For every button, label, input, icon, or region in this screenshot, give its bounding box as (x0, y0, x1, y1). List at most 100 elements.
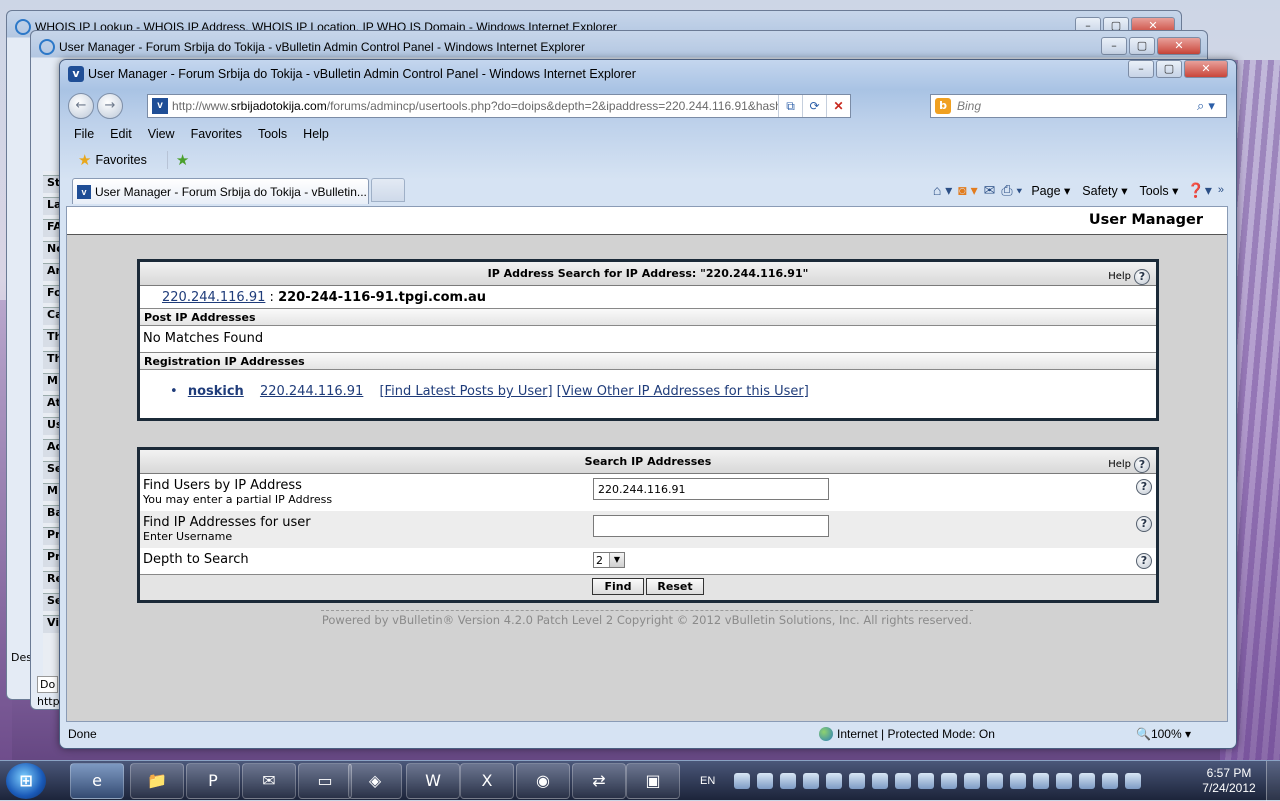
refresh-icon[interactable]: ⟳ (802, 95, 826, 117)
read-mail-icon[interactable]: ✉ (984, 182, 996, 199)
tray-icon[interactable] (803, 773, 820, 789)
address-bar[interactable]: v http://www.srbijadotokija.com/forums/a… (147, 94, 851, 118)
find-button[interactable]: Find (592, 578, 644, 595)
username-link[interactable]: noskich (188, 384, 244, 399)
taskbar-cmd-icon[interactable]: ▭ (298, 763, 352, 799)
page-menu[interactable]: Page ▾ (1028, 183, 1073, 198)
show-desktop-button[interactable] (1266, 761, 1280, 801)
chevron-down-icon[interactable]: ▼ (609, 553, 624, 567)
menu-favorites[interactable]: Favorites (183, 124, 250, 146)
menu-edit[interactable]: Edit (102, 124, 140, 146)
print-icon[interactable]: ⎙ ▾ (1001, 182, 1022, 199)
close-button[interactable]: ✕ (1184, 60, 1228, 78)
tray-icon[interactable] (1033, 773, 1050, 789)
title-bar[interactable]: v User Manager - Forum Srbija do Tokija … (60, 60, 1236, 88)
tray-icon[interactable] (849, 773, 866, 789)
minimize-button[interactable]: – (1101, 37, 1127, 55)
tray-icon[interactable] (1056, 773, 1073, 789)
ip-address-input[interactable] (593, 478, 829, 500)
copyright-footer: Powered by vBulletin® Version 4.2.0 Patc… (321, 610, 973, 627)
home-icon[interactable]: ⌂ ▾ (933, 182, 952, 199)
taskbar-explorer-icon[interactable]: 📁 (130, 763, 184, 799)
help-icon[interactable]: ? (1134, 457, 1150, 473)
taskbar-powerpoint-icon[interactable]: P (186, 763, 240, 799)
tray-icon[interactable] (757, 773, 774, 789)
stop-icon[interactable]: ✕ (826, 95, 850, 117)
tab-favicon-icon: v (77, 184, 91, 199)
taskbar-word-icon[interactable]: W (406, 763, 460, 799)
maximize-button[interactable]: ▢ (1156, 60, 1182, 78)
chevron-more-icon[interactable]: » (1218, 184, 1224, 196)
favorites-button[interactable]: Favorites (95, 153, 146, 167)
maximize-button[interactable]: ▢ (1129, 37, 1155, 55)
search-box[interactable]: b Bing ⌕ ▾ (930, 94, 1227, 118)
ip-search-results-title: IP Address Search for IP Address: "220.2… (487, 267, 809, 280)
search-icon[interactable]: ⌕ ▾ (1186, 99, 1226, 114)
safety-menu[interactable]: Safety ▾ (1079, 183, 1130, 198)
forward-button[interactable]: → (97, 93, 123, 119)
taskbar-ie-icon[interactable]: e (70, 763, 124, 799)
tray-icon[interactable] (964, 773, 981, 789)
back-button[interactable]: ← (68, 93, 94, 119)
tray-icon[interactable] (987, 773, 1004, 789)
username-input[interactable] (593, 515, 829, 537)
main-browser-window[interactable]: v User Manager - Forum Srbija do Tokija … (59, 59, 1237, 749)
tray-icon[interactable] (1010, 773, 1027, 789)
favorites-star-icon[interactable]: ★ (78, 151, 91, 169)
taskbar-sync-icon[interactable]: ⇄ (572, 763, 626, 799)
favorites-bar: ★ Favorites ★ (66, 148, 1226, 172)
compatibility-view-icon[interactable]: ⧉ (778, 95, 802, 117)
depth-select[interactable]: 2 ▼ (593, 552, 625, 568)
minimize-button[interactable]: – (1128, 60, 1154, 78)
caption-buttons[interactable]: – ▢ ✕ (1101, 37, 1201, 55)
clock[interactable]: 6:57 PM 7/24/2012 (1194, 766, 1264, 796)
start-button[interactable]: ⊞ (6, 763, 46, 799)
taskbar-mail-icon[interactable]: ✉ (242, 763, 296, 799)
page-title: User Manager (67, 207, 1227, 235)
ip-address-link[interactable]: 220.244.116.91 (162, 290, 265, 305)
security-zone[interactable]: Internet | Protected Mode: On (819, 727, 995, 741)
help-icon[interactable]: ? (1134, 269, 1150, 285)
tray-icon[interactable] (895, 773, 912, 789)
language-indicator[interactable]: EN (700, 775, 715, 787)
taskbar-photo-icon[interactable]: ▣ (626, 763, 680, 799)
view-other-ips-link[interactable]: [View Other IP Addresses for this User] (557, 384, 809, 399)
ip-search-results-box: IP Address Search for IP Address: "220.2… (137, 259, 1159, 421)
add-to-favorites-icon[interactable]: ★ (166, 151, 189, 169)
new-tab-button[interactable] (371, 178, 405, 202)
menu-view[interactable]: View (140, 124, 183, 146)
ie-icon (39, 39, 55, 55)
taskbar-browser-icon[interactable]: ◉ (516, 763, 570, 799)
reset-button[interactable]: Reset (646, 578, 704, 595)
taskbar-excel-icon[interactable]: X (460, 763, 514, 799)
menu-file[interactable]: File (66, 124, 102, 146)
volume-icon[interactable] (1125, 773, 1142, 789)
rss-feed-icon[interactable]: ◙ ▾ (958, 182, 977, 199)
tray-icon[interactable] (872, 773, 889, 789)
tray-icon[interactable] (918, 773, 935, 789)
help-link[interactable]: Help? (1108, 265, 1150, 289)
tray-icon[interactable] (734, 773, 751, 789)
field-help-icon[interactable]: ? (1136, 553, 1152, 569)
tray-icon[interactable] (826, 773, 843, 789)
zoom-level[interactable]: 🔍100% ▾ (1136, 727, 1191, 741)
tray-icon[interactable] (780, 773, 797, 789)
close-button[interactable]: ✕ (1157, 37, 1201, 55)
tab-user-manager[interactable]: v User Manager - Forum Srbija do Tokija … (72, 178, 369, 204)
address-url[interactable]: http://www.srbijadotokija.com/forums/adm… (172, 99, 778, 113)
search-placeholder[interactable]: Bing (957, 99, 1186, 113)
tray-icon[interactable] (941, 773, 958, 789)
registration-ip-link[interactable]: 220.244.116.91 (260, 384, 363, 399)
caption-buttons[interactable]: – ▢ ✕ (1128, 60, 1228, 78)
search-ip-form-header: Search IP Addresses Help? (140, 450, 1156, 474)
menu-tools[interactable]: Tools (250, 124, 295, 146)
find-latest-posts-link[interactable]: [Find Latest Posts by User] (379, 384, 552, 399)
menu-help[interactable]: Help (295, 124, 337, 146)
help-icon[interactable]: ❓▾ (1187, 182, 1211, 199)
field-help-icon[interactable]: ? (1136, 479, 1152, 495)
taskbar-remote-icon[interactable]: ◈ (348, 763, 402, 799)
field-help-icon[interactable]: ? (1136, 516, 1152, 532)
tray-icon[interactable] (1079, 773, 1096, 789)
tray-icon[interactable] (1102, 773, 1119, 789)
tools-menu[interactable]: Tools ▾ (1136, 183, 1181, 198)
